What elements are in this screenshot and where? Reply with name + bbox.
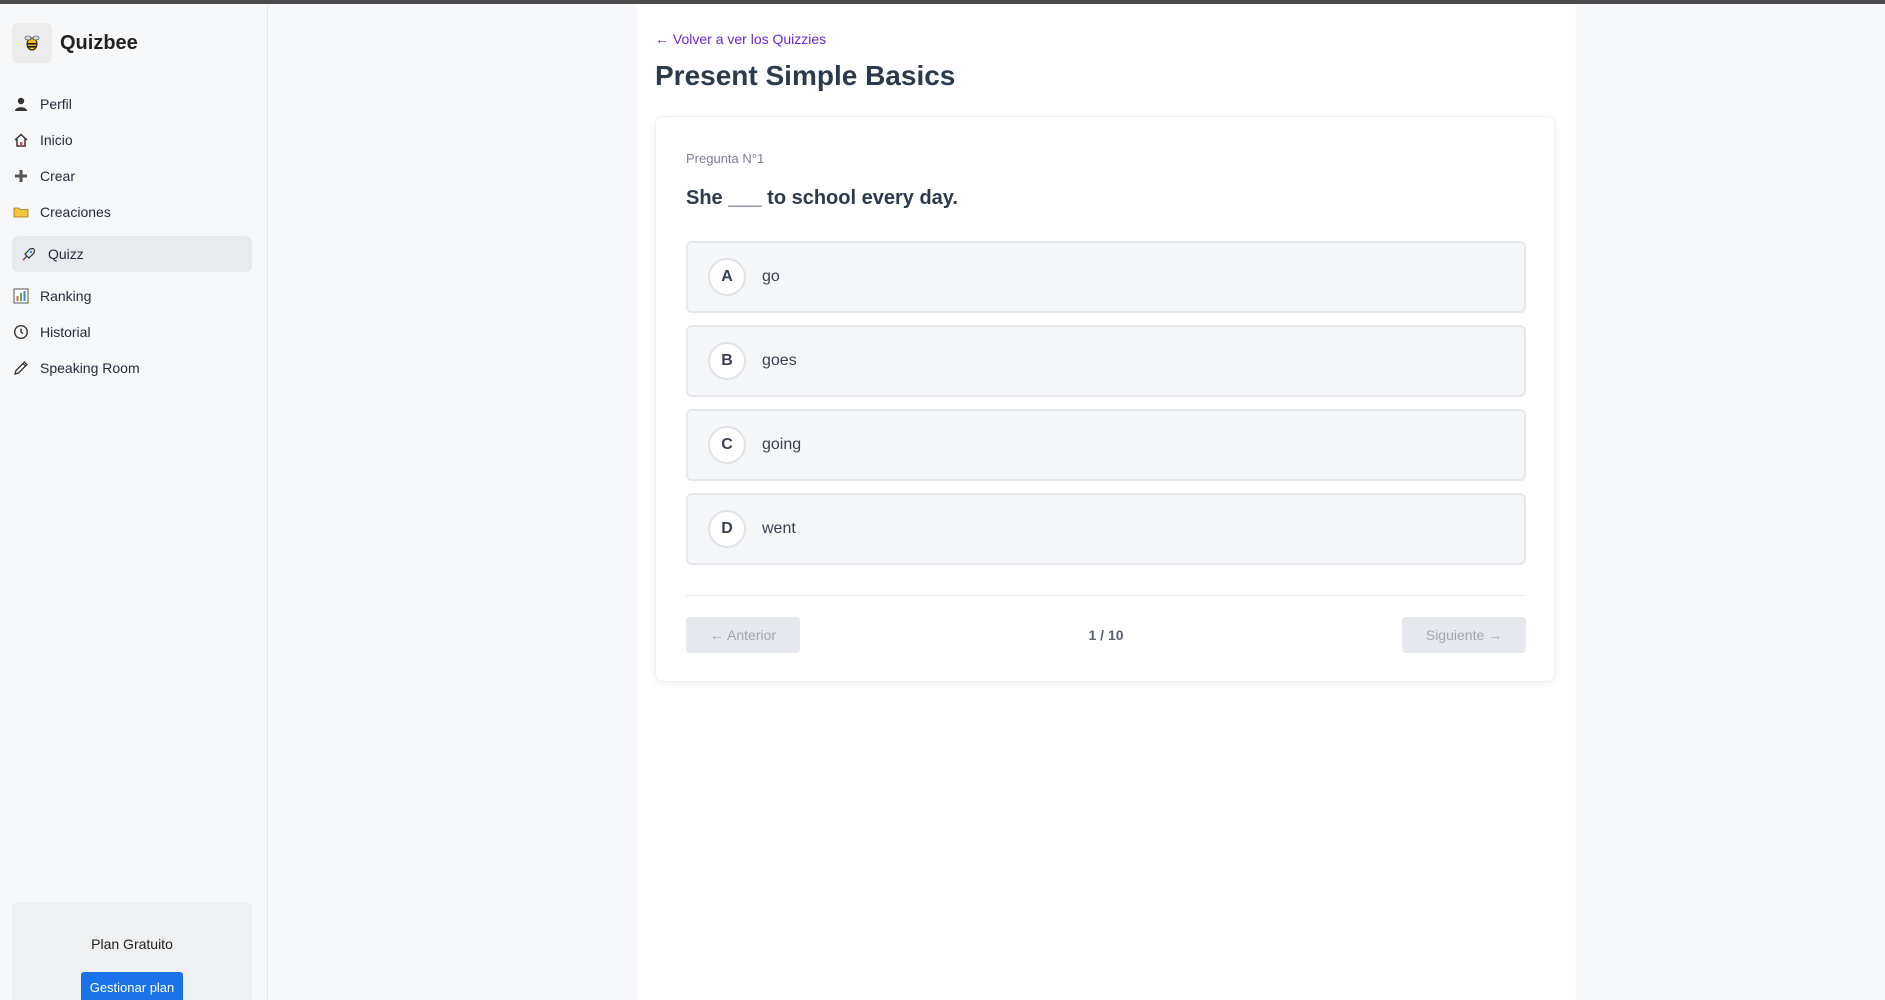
sidebar-item-label: Crear [40, 168, 76, 184]
home-icon [12, 131, 30, 149]
option-letter: C [708, 426, 746, 464]
sidebar: Quizbee Perfil Inicio Crear Creaciones Q… [0, 4, 268, 1000]
sidebar-item-label: Inicio [40, 132, 73, 148]
answer-option-c[interactable]: C going [686, 409, 1526, 481]
answer-option-d[interactable]: D went [686, 493, 1526, 565]
option-letter: D [708, 510, 746, 548]
sidebar-item-label: Creaciones [40, 204, 111, 220]
rocket-icon [20, 245, 38, 263]
sidebar-nav: Perfil Inicio Crear Creaciones Quizz Ran… [12, 86, 252, 386]
question-text: She ___ to school every day. [686, 187, 958, 209]
main-content: ← Volver a ver los Quizzies Present Simp… [637, 4, 1576, 1000]
sidebar-item-crear[interactable]: Crear [12, 158, 252, 194]
previous-button[interactable]: ← Anterior [686, 617, 800, 653]
sidebar-item-speaking-room[interactable]: Speaking Room [12, 350, 252, 386]
folder-icon [12, 203, 30, 221]
sidebar-item-creaciones[interactable]: Creaciones [12, 194, 252, 230]
sidebar-item-quizz[interactable]: Quizz [12, 236, 252, 272]
sidebar-item-perfil[interactable]: Perfil [12, 86, 252, 122]
bee-logo-icon [12, 23, 52, 63]
option-text: going [762, 436, 802, 453]
option-text: went [762, 520, 796, 537]
option-letter: A [708, 258, 746, 296]
page-title: Present Simple Basics [655, 60, 956, 91]
brand-name: Quizbee [60, 31, 138, 54]
clock-icon [12, 323, 30, 341]
pen-icon [12, 359, 30, 377]
sidebar-item-inicio[interactable]: Inicio [12, 122, 252, 158]
answer-option-b[interactable]: B goes [686, 325, 1526, 397]
plus-icon [12, 167, 30, 185]
plan-box: Plan Gratuito Gestionar plan [12, 902, 252, 1000]
sidebar-item-historial[interactable]: Historial [12, 314, 252, 350]
sidebar-item-label: Speaking Room [40, 360, 140, 376]
question-pager: 1 / 10 [1088, 627, 1124, 643]
back-to-quizzes-link[interactable]: ← Volver a ver los Quizzies [655, 31, 826, 47]
divider [686, 595, 1526, 596]
brand[interactable]: Quizbee [12, 22, 138, 64]
question-number: Pregunta N°1 [686, 151, 765, 166]
sidebar-item-ranking[interactable]: Ranking [12, 278, 252, 314]
user-icon [12, 95, 30, 113]
sidebar-item-label: Quizz [48, 246, 84, 262]
option-text: go [762, 268, 780, 285]
option-letter: B [708, 342, 746, 380]
sidebar-item-label: Historial [40, 324, 91, 340]
manage-plan-button[interactable]: Gestionar plan [81, 972, 183, 1000]
plan-label: Plan Gratuito [91, 936, 173, 952]
answer-option-a[interactable]: A go [686, 241, 1526, 313]
question-card: Pregunta N°1 She ___ to school every day… [655, 116, 1555, 682]
next-button[interactable]: Siguiente → [1402, 617, 1526, 653]
bar-chart-icon [12, 287, 30, 305]
option-text: goes [762, 352, 797, 369]
sidebar-item-label: Perfil [40, 96, 72, 112]
sidebar-item-label: Ranking [40, 288, 92, 304]
